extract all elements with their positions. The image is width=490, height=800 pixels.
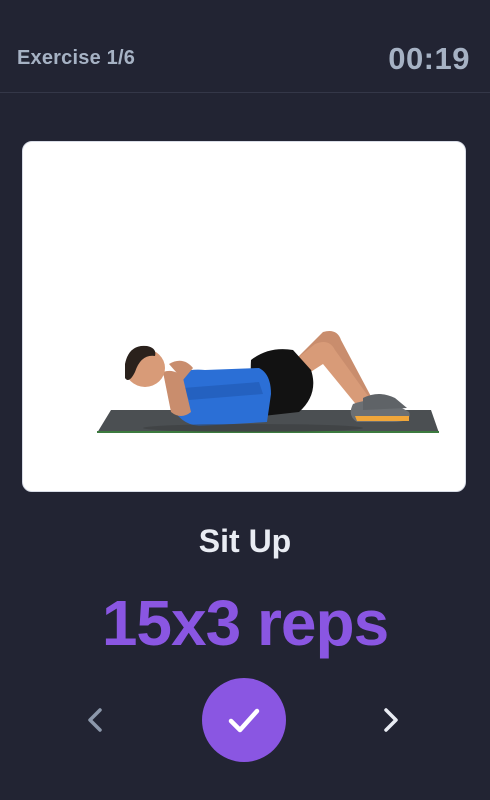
workout-screen: Exercise 1/6 00:19 Sit Up 15x3 reps	[0, 0, 490, 800]
header: Exercise 1/6 00:19	[0, 0, 490, 93]
sit-up-illustration	[97, 331, 439, 433]
exercise-image	[22, 141, 466, 492]
timer: 00:19	[388, 41, 470, 76]
next-exercise-button[interactable]	[371, 700, 411, 740]
previous-exercise-button[interactable]	[75, 700, 115, 740]
chevron-left-icon	[88, 708, 102, 732]
exercise-counter: Exercise 1/6	[17, 47, 136, 69]
complete-exercise-button[interactable]	[202, 678, 286, 762]
exercise-name: Sit Up	[198, 523, 292, 559]
checkmark-icon	[228, 708, 260, 733]
chevron-right-icon	[384, 708, 398, 732]
reps-count: 15x3 reps	[101, 587, 389, 659]
